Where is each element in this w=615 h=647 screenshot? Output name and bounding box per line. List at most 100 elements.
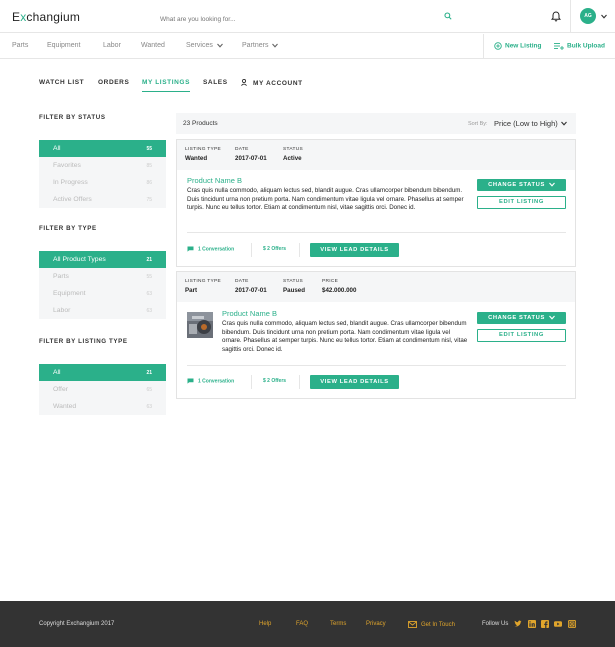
filter-type-all[interactable]: All Product Types 21 (39, 251, 166, 268)
nav-item-parts[interactable]: Parts (12, 42, 28, 49)
footer-divider (299, 243, 300, 257)
tab-my-account[interactable]: MY ACCOUNT (241, 78, 303, 87)
filter-label: Offer (53, 386, 68, 393)
filter-label: All (53, 369, 61, 376)
conversation-link[interactable]: 1 Conversation (187, 378, 234, 384)
filter-count: 63 (146, 308, 152, 314)
filter-label: Active Offers (53, 196, 92, 203)
filter-label: All Product Types (53, 256, 106, 263)
youtube-icon[interactable] (554, 620, 562, 628)
filter-count: 63 (146, 291, 152, 297)
avatar[interactable]: AG (580, 8, 596, 24)
instagram-icon[interactable] (568, 620, 576, 628)
tab-watch-list[interactable]: WATCH LIST (39, 79, 84, 86)
filter-count: 21 (146, 370, 152, 376)
filter-status-favorites[interactable]: Favorites 85 (39, 157, 166, 174)
filter-type-list: All Product Types 21 Parts 55 Equipment 63 … (39, 251, 166, 319)
nav-item-services[interactable]: Services (186, 42, 223, 49)
nav-item-wanted[interactable]: Wanted (141, 42, 165, 49)
new-listing-button[interactable]: New Listing (494, 42, 541, 50)
get-in-touch-link[interactable]: Get In Touch (408, 621, 455, 628)
nav-item-equipment[interactable]: Equipment (47, 42, 80, 49)
tab-my-listings[interactable]: MY LISTINGS (142, 79, 191, 92)
bulk-upload-label: Bulk Upload (567, 42, 605, 50)
filter-label: Parts (53, 273, 69, 280)
meta-listing-type: LISTING TYPE Part (185, 279, 222, 294)
edit-listing-button[interactable]: EDIT LISTING (477, 196, 566, 209)
filter-status-in-progress[interactable]: In Progress 86 (39, 174, 166, 191)
filter-status-active-offers[interactable]: Active Offers 75 (39, 191, 166, 208)
get-in-touch-label: Get In Touch (421, 622, 455, 629)
conversation-label: 1 Conversation (198, 378, 235, 385)
filter-listing-offer[interactable]: Offer 65 (39, 381, 166, 398)
footer-link-faq[interactable]: FAQ (296, 621, 308, 627)
filter-type-equipment[interactable]: Equipment 63 (39, 285, 166, 302)
product-name-link[interactable]: Product Name B (222, 309, 277, 318)
search-bar (160, 8, 456, 26)
nav-item-labor[interactable]: Labor (103, 42, 121, 49)
filter-listing-all[interactable]: All 21 (39, 364, 166, 381)
view-lead-details-button[interactable]: VIEW LEAD DETAILS (310, 243, 399, 257)
filter-label: All (53, 145, 61, 152)
filter-type-parts[interactable]: Parts 55 (39, 268, 166, 285)
tab-my-account-label: MY ACCOUNT (253, 80, 303, 87)
envelope-icon (408, 621, 417, 628)
edit-listing-button[interactable]: EDIT LISTING (477, 329, 566, 342)
change-status-label: CHANGE STATUS (488, 315, 545, 321)
search-input[interactable] (160, 12, 430, 23)
sort-select[interactable]: Price (Low to High) (494, 119, 558, 128)
follow-us-label: Follow Us (482, 621, 509, 627)
chevron-down-icon[interactable] (561, 121, 567, 126)
twitter-icon[interactable] (514, 620, 522, 628)
listing-meta: LISTING TYPE Wanted DATE 2017-07-01 STATUS… (177, 140, 575, 170)
filter-listing-wanted[interactable]: Wanted 63 (39, 398, 166, 415)
facebook-icon[interactable] (541, 620, 549, 628)
offers-link[interactable]: $ 2 Offers (263, 378, 286, 384)
filter-type-labor[interactable]: Labor 63 (39, 302, 166, 319)
search-icon[interactable] (444, 12, 452, 20)
change-status-label: CHANGE STATUS (488, 182, 545, 188)
change-status-button[interactable]: CHANGE STATUS (477, 312, 566, 324)
tab-orders[interactable]: ORDERS (98, 79, 129, 86)
bell-icon[interactable] (551, 11, 561, 22)
nav-item-partners-label: Partners (242, 42, 269, 49)
product-name-link[interactable]: Product Name B (187, 176, 242, 185)
nav-item-services-label: Services (186, 42, 213, 49)
chevron-down-icon (549, 315, 555, 320)
filter-status-all[interactable]: All 55 (39, 140, 166, 157)
copyright-text: Copyright Exchangium 2017 (39, 621, 115, 627)
view-lead-details-button[interactable]: VIEW LEAD DETAILS (310, 375, 399, 389)
product-image[interactable] (187, 312, 213, 338)
product-description: Cras quis nulla commodo, aliquam lectus … (222, 320, 468, 353)
bulk-upload-button[interactable]: Bulk Upload (554, 42, 605, 50)
tab-sales[interactable]: SALES (203, 79, 228, 86)
logo[interactable]: Exchangium (12, 10, 80, 24)
footer-link-help[interactable]: Help (259, 621, 271, 627)
filter-count: 85 (146, 163, 152, 169)
category-nav: Parts Equipment Labor Wanted Services Pa… (0, 34, 615, 59)
conversation-link[interactable]: 1 Conversation (187, 246, 234, 252)
change-status-button[interactable]: CHANGE STATUS (477, 179, 566, 191)
chevron-down-icon (272, 43, 279, 48)
footer-link-privacy[interactable]: Privacy (366, 621, 386, 627)
filter-status-list: All 55 Favorites 85 In Progress 86 Active O… (39, 140, 166, 208)
filter-count: 55 (146, 274, 152, 280)
conversation-label: 1 Conversation (198, 246, 235, 253)
filter-label: Favorites (53, 162, 81, 169)
linkedin-icon[interactable] (528, 620, 536, 628)
footer-link-terms[interactable]: Terms (330, 621, 346, 627)
meta-date: DATE 2017-07-01 (235, 279, 267, 294)
offers-link[interactable]: $ 2 Offers (263, 246, 286, 252)
meta-status: STATUS Active (283, 147, 304, 162)
chat-icon (187, 246, 194, 252)
chevron-down-icon[interactable] (601, 14, 607, 19)
card-divider (187, 365, 566, 366)
footer-divider (251, 243, 252, 257)
filter-count: 75 (146, 197, 152, 203)
top-header: Exchangium AG (0, 0, 615, 33)
filter-count: 21 (146, 257, 152, 263)
product-description: Cras quis nulla commodo, aliquam lectus … (187, 187, 464, 212)
filter-label: Wanted (53, 403, 77, 410)
nav-item-partners[interactable]: Partners (242, 42, 279, 49)
header-divider (570, 0, 571, 33)
